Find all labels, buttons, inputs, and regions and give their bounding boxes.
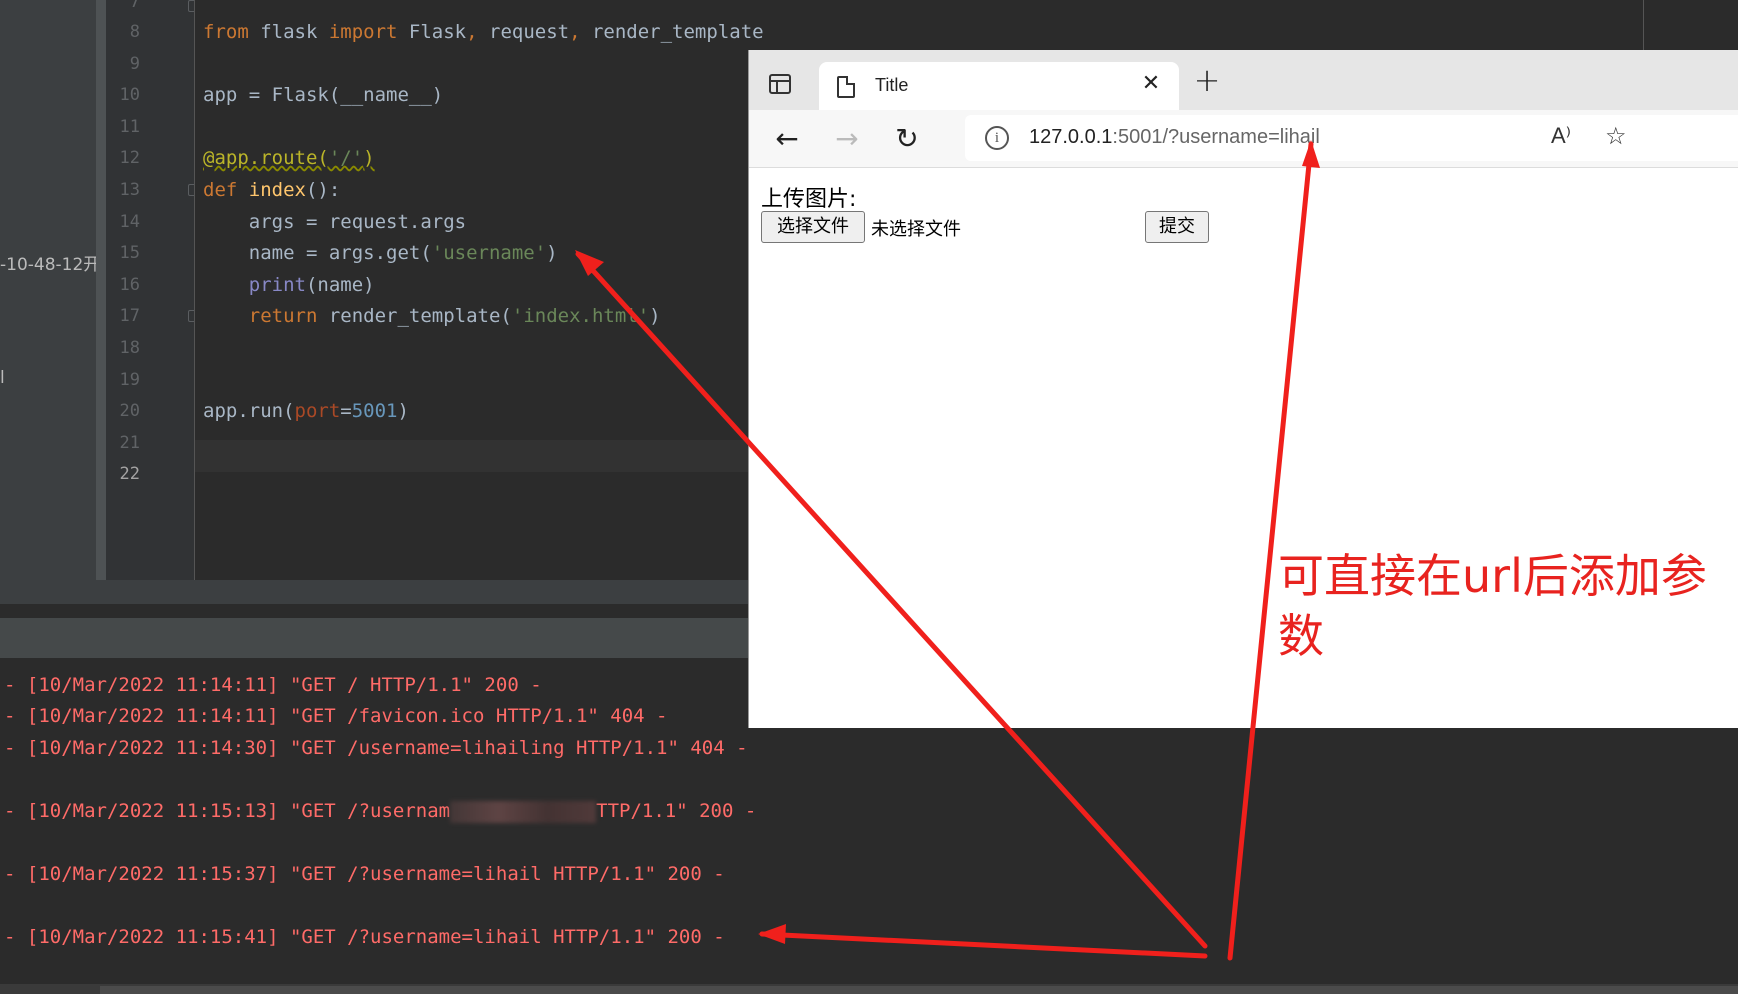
code-line-20: app.run(port=5001) — [203, 400, 409, 422]
console-line: - [10/Mar/2022 11:14:30] "GET /username=… — [4, 737, 748, 759]
line-number: 19 — [119, 370, 140, 390]
console-line: - [10/Mar/2022 11:15:37] "GET /?username… — [4, 863, 725, 885]
tool-window-bar — [0, 580, 748, 604]
code-line-13: def index(): — [203, 179, 341, 201]
code-line-16: print(name) — [248, 274, 375, 296]
address-bar[interactable]: i 127.0.0.1:5001/?username=lihail A⁾ ☆ — [965, 115, 1738, 161]
code-editor[interactable]: from flask import Flask, request, render… — [195, 0, 764, 580]
line-number: 16 — [119, 275, 140, 295]
line-number: 13 — [119, 180, 140, 200]
project-item-fragment[interactable]: -10-48-12开 — [0, 250, 100, 275]
line-number: 12 — [119, 148, 140, 168]
new-tab-icon[interactable]: + — [1191, 64, 1223, 96]
line-number: 21 — [119, 433, 140, 453]
console-line: - [10/Mar/2022 11:15:41] "GET /?username… — [4, 926, 725, 948]
project-scrollbar[interactable] — [96, 0, 106, 604]
editor-right-margin — [1643, 0, 1644, 50]
console-line-redacted: - [10/Mar/2022 11:15:13] "GET /?usernam T… — [4, 800, 757, 823]
line-number: 20 — [119, 401, 140, 421]
code-line-14: args = request.args — [203, 211, 467, 233]
file-status-text: 未选择文件 — [871, 219, 961, 240]
tab-strip: Title ✕ + — [749, 50, 1738, 110]
line-number: 11 — [119, 117, 140, 137]
browser-toolbar: ← → ↻ i 127.0.0.1:5001/?username=lihail … — [749, 110, 1738, 168]
caret-line-highlight — [195, 440, 748, 472]
code-line-10: app = Flask(__name__) — [203, 84, 444, 106]
line-number: 18 — [119, 338, 140, 358]
tab-title: Title — [875, 75, 909, 95]
browser-tab[interactable]: Title ✕ — [819, 62, 1179, 110]
horizontal-scrollbar[interactable] — [0, 984, 1738, 994]
site-info-icon[interactable]: i — [985, 126, 1009, 150]
redaction-blur — [450, 800, 597, 823]
code-line-8: from flask import Flask, request, render… — [203, 21, 764, 43]
annotation-text: 可直接在url后添加参数 — [1278, 549, 1707, 663]
line-number: 14 — [119, 212, 140, 232]
url-host: 127.0.0.1 — [1029, 126, 1113, 148]
url-text[interactable]: 127.0.0.1:5001/?username=lihail — [1029, 126, 1320, 149]
project-panel: -10-48-12开 l es — [0, 0, 100, 604]
line-number: 10 — [119, 85, 140, 105]
line-number: 17 — [119, 306, 140, 326]
tab-actions-icon[interactable] — [769, 74, 791, 94]
choose-file-button[interactable]: 选择文件 — [761, 211, 865, 243]
page-document-icon — [837, 76, 855, 98]
line-number: 8 — [129, 22, 140, 42]
read-aloud-icon[interactable]: A⁾ — [1551, 123, 1571, 149]
scrollbar-thumb[interactable] — [100, 986, 1738, 994]
code-line-15: name = args.get('username') — [203, 242, 558, 264]
forward-arrow-icon[interactable]: → — [829, 121, 865, 157]
line-number: 22 — [119, 464, 140, 484]
code-line-17: return render_template('index.html') — [248, 305, 661, 327]
line-number: 15 — [119, 243, 140, 263]
submit-button[interactable]: 提交 — [1145, 211, 1209, 243]
line-number: 9 — [129, 54, 140, 74]
project-item-fragment[interactable]: l — [0, 368, 5, 388]
back-arrow-icon[interactable]: ← — [769, 121, 805, 157]
console-line: - [10/Mar/2022 11:14:11] "GET /favicon.i… — [4, 705, 668, 727]
run-panel-header — [0, 618, 748, 658]
tab-close-icon[interactable]: ✕ — [1137, 70, 1165, 98]
editor-gutter: 7 8 9 10 11 12 13 14 15 16 17 18 19 20 2… — [106, 0, 200, 580]
refresh-icon[interactable]: ↻ — [889, 121, 925, 157]
code-line-12: @app.route('/') — [203, 147, 375, 169]
console-line: - [10/Mar/2022 11:14:11] "GET / HTTP/1.1… — [4, 674, 542, 696]
url-path: :5001/?username=lihail — [1112, 126, 1320, 148]
add-favorite-icon[interactable]: ☆ — [1605, 122, 1627, 150]
upload-image-label: 上传图片: — [761, 187, 857, 212]
